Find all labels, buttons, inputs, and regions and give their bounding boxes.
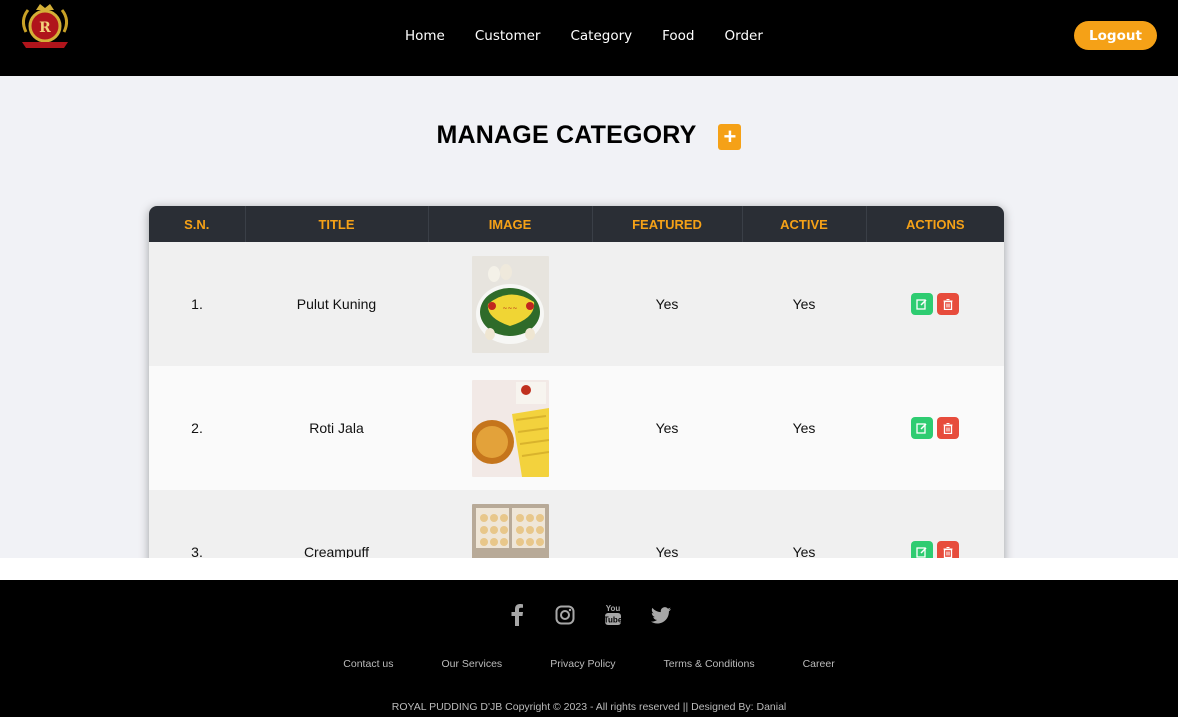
logout-button[interactable]: Logout xyxy=(1074,21,1157,50)
header-title: TITLE xyxy=(245,206,429,242)
row-sn: 3. xyxy=(191,544,203,558)
row-active: Yes xyxy=(792,544,816,558)
table-row: 2. Roti Jala Yes Yes xyxy=(149,366,1004,490)
category-image xyxy=(471,379,549,477)
edit-button[interactable] xyxy=(911,541,933,558)
trash-icon xyxy=(943,546,953,558)
svg-text:~~~: ~~~ xyxy=(502,305,517,312)
footer-link-contact[interactable]: Contact us xyxy=(343,658,393,670)
header: R Home Customer Category Food Order Logo… xyxy=(0,0,1178,76)
plus-icon: + xyxy=(723,124,737,149)
edit-icon xyxy=(916,423,927,434)
header-sn: S.N. xyxy=(149,206,246,242)
social-links: You Tube xyxy=(0,602,1178,628)
main-nav: Home Customer Category Food Order xyxy=(390,0,778,72)
edit-icon xyxy=(916,299,927,310)
edit-icon xyxy=(916,547,927,558)
title-row: MANAGE CATEGORY + xyxy=(0,120,1178,150)
edit-button[interactable] xyxy=(911,417,933,439)
row-title: Creampuff xyxy=(303,544,370,558)
footer-link-privacy[interactable]: Privacy Policy xyxy=(550,658,615,670)
header-active: ACTIVE xyxy=(742,206,867,242)
table-row: 1. Pulut Kuning ~~~ Yes Yes xyxy=(149,242,1004,366)
row-title: Pulut Kuning xyxy=(296,296,377,312)
svg-text:Tube: Tube xyxy=(604,616,622,625)
row-sn: 1. xyxy=(191,296,203,312)
row-sn: 2. xyxy=(191,420,203,436)
delete-button[interactable] xyxy=(937,541,959,558)
footer-link-services[interactable]: Our Services xyxy=(442,658,503,670)
nav-customer[interactable]: Customer xyxy=(460,28,556,44)
category-table: S.N. TITLE IMAGE FEATURED ACTIVE ACTIONS… xyxy=(149,206,1004,558)
row-active: Yes xyxy=(792,296,816,312)
copyright-text: ROYAL PUDDING D'JB Copyright © 2023 - Al… xyxy=(391,701,787,713)
table-header-row: S.N. TITLE IMAGE FEATURED ACTIVE ACTIONS xyxy=(149,206,1004,242)
nav-category[interactable]: Category xyxy=(555,28,647,44)
footer-links: Contact us Our Services Privacy Policy T… xyxy=(0,658,1178,670)
delete-button[interactable] xyxy=(937,417,959,439)
table-row: 3. Creampuff Yes Yes xyxy=(149,490,1004,558)
facebook-icon[interactable] xyxy=(505,602,529,628)
footer-link-terms[interactable]: Terms & Conditions xyxy=(664,658,755,670)
header-featured: FEATURED xyxy=(592,206,743,242)
header-image: IMAGE xyxy=(428,206,593,242)
delete-button[interactable] xyxy=(937,293,959,315)
nav-home[interactable]: Home xyxy=(390,28,460,44)
row-actions xyxy=(911,293,959,315)
page-title: MANAGE CATEGORY xyxy=(436,120,697,149)
add-category-button[interactable]: + xyxy=(718,124,742,150)
row-actions xyxy=(911,541,959,558)
twitter-icon[interactable] xyxy=(649,602,673,628)
row-title: Roti Jala xyxy=(309,420,364,436)
main-content: MANAGE CATEGORY + S.N. TITLE IMAGE FEATU… xyxy=(0,76,1178,558)
row-featured: Yes xyxy=(655,544,679,558)
header-actions: ACTIONS xyxy=(866,206,1004,242)
footer: You Tube Contact us Our Services Privacy … xyxy=(0,580,1178,717)
instagram-icon[interactable] xyxy=(553,602,577,628)
row-actions xyxy=(911,417,959,439)
brand-logo[interactable]: R xyxy=(14,2,76,58)
trash-icon xyxy=(943,422,953,434)
youtube-icon[interactable]: You Tube xyxy=(601,602,625,628)
nav-order[interactable]: Order xyxy=(710,28,778,44)
row-featured: Yes xyxy=(655,420,679,436)
category-image: ~~~ xyxy=(471,255,549,353)
svg-text:You: You xyxy=(606,604,621,613)
content-bottom-strip xyxy=(0,558,1178,580)
footer-link-career[interactable]: Career xyxy=(803,658,835,670)
nav-food[interactable]: Food xyxy=(647,28,709,44)
row-active: Yes xyxy=(792,420,816,436)
edit-button[interactable] xyxy=(911,293,933,315)
category-image xyxy=(471,503,549,558)
row-featured: Yes xyxy=(655,296,679,312)
trash-icon xyxy=(943,298,953,310)
svg-text:R: R xyxy=(39,20,51,36)
